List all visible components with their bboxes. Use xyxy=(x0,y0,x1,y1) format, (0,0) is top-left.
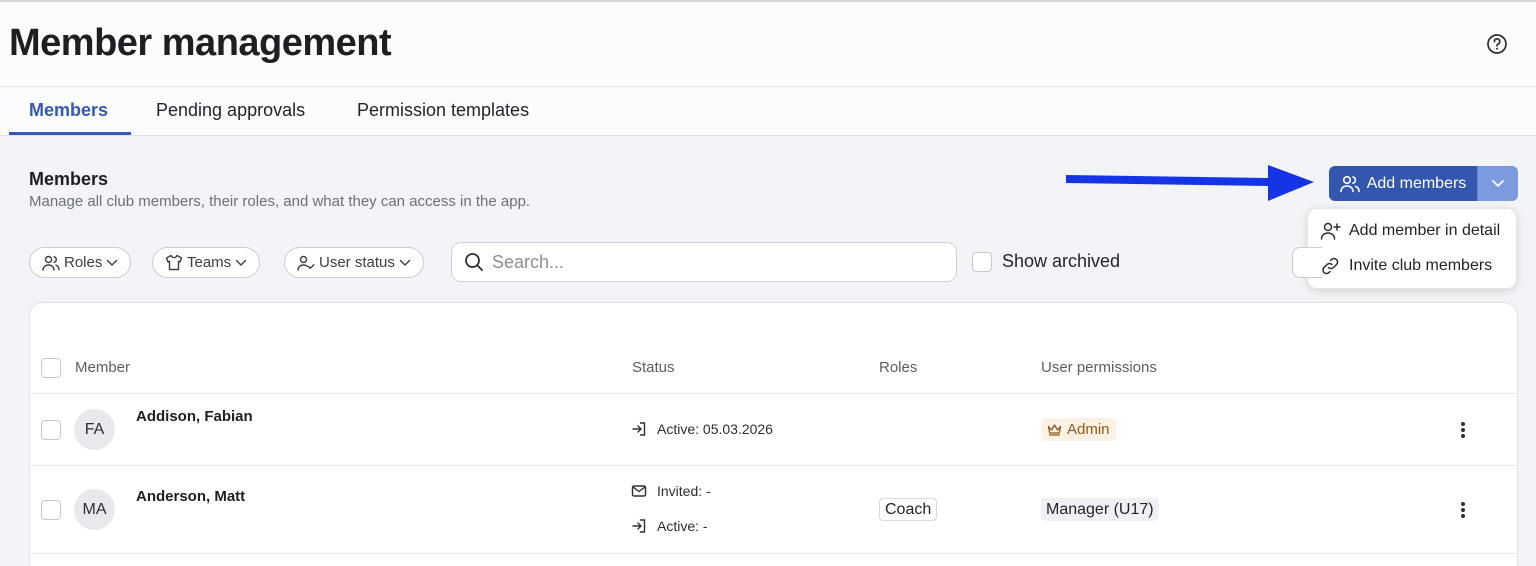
menu-item-invite-club-members[interactable]: Invite club members xyxy=(1320,252,1492,280)
column-header-roles: Roles xyxy=(879,359,918,376)
status-invited-text: Invited: - xyxy=(657,483,711,499)
tab-members[interactable]: Members xyxy=(29,87,108,135)
column-header-user-permissions: User permissions xyxy=(1041,359,1157,376)
row-divider xyxy=(30,393,1517,394)
status-invited: Invited: - xyxy=(631,483,711,499)
row-actions-menu-icon[interactable] xyxy=(1455,500,1471,520)
login-icon xyxy=(632,422,646,436)
mail-icon xyxy=(631,485,647,497)
active-tab-indicator xyxy=(9,132,131,135)
login-icon xyxy=(632,519,646,533)
status-active: Active: - xyxy=(631,518,708,534)
status-active-text: Active: - xyxy=(657,518,708,534)
status-active-text: Active: 05.03.2026 xyxy=(657,421,773,437)
search-box xyxy=(451,242,957,282)
tab-pending-approvals[interactable]: Pending approvals xyxy=(156,87,305,135)
avatar: MA xyxy=(74,489,115,530)
column-header-member: Member xyxy=(75,359,131,376)
chevron-down-icon xyxy=(1492,180,1504,187)
permission-label: Admin xyxy=(1067,421,1110,438)
add-members-dropdown-toggle[interactable] xyxy=(1477,166,1518,201)
chevron-down-icon xyxy=(107,259,118,266)
tab-bar: Members Pending approvals Permission tem… xyxy=(0,87,1536,136)
add-members-button[interactable]: Add members xyxy=(1329,166,1477,201)
row-divider xyxy=(30,553,1517,554)
member-name[interactable]: Addison, Fabian xyxy=(136,408,253,425)
status-active: Active: 05.03.2026 xyxy=(631,421,773,437)
user-status-filter-label: User status xyxy=(319,254,395,271)
crown-icon xyxy=(1047,424,1062,436)
member-name[interactable]: Anderson, Matt xyxy=(136,488,245,505)
row-checkbox[interactable] xyxy=(41,500,61,520)
section-subtitle: Manage all club members, their roles, an… xyxy=(29,193,531,210)
link-icon xyxy=(1322,257,1339,275)
partially-hidden-button[interactable] xyxy=(1292,247,1322,278)
menu-item-label: Invite club members xyxy=(1349,257,1493,274)
menu-item-label: Add member in detail xyxy=(1349,222,1501,239)
add-members-label: Add members xyxy=(1366,174,1467,192)
column-header-status: Status xyxy=(632,359,675,376)
chevron-down-icon xyxy=(399,259,411,266)
annotation-arrow xyxy=(1066,165,1314,201)
user-plus-icon xyxy=(1320,222,1341,240)
roles-filter-label: Roles xyxy=(64,254,103,271)
menu-item-add-member-in-detail[interactable]: Add member in detail xyxy=(1320,217,1500,245)
show-archived-label: Show archived xyxy=(1002,251,1121,271)
section-title: Members xyxy=(29,169,109,189)
row-divider xyxy=(30,465,1517,466)
search-input[interactable] xyxy=(492,251,932,273)
add-members-menu: Add member in detail Invite club members xyxy=(1307,208,1517,289)
add-members-split-button: Add members xyxy=(1329,166,1518,201)
roles-filter[interactable]: Roles xyxy=(29,247,132,278)
permission-badge-manager: Manager (U17) xyxy=(1041,498,1159,521)
avatar: FA xyxy=(74,409,115,450)
row-checkbox[interactable] xyxy=(41,420,61,440)
teams-filter-label: Teams xyxy=(187,254,232,271)
chevron-down-icon xyxy=(235,259,247,266)
search-icon xyxy=(465,253,483,271)
permission-badge-admin: Admin xyxy=(1041,418,1116,441)
show-archived-toggle: Show archived xyxy=(972,251,1120,272)
tab-permission-templates[interactable]: Permission templates xyxy=(357,87,529,135)
show-archived-checkbox[interactable] xyxy=(972,251,992,272)
user-check-icon xyxy=(297,255,315,271)
members-table-card xyxy=(29,302,1518,566)
role-badge-coach: Coach xyxy=(879,498,938,521)
users-icon xyxy=(42,255,60,271)
select-all-checkbox[interactable] xyxy=(41,358,61,378)
users-icon xyxy=(1339,175,1360,192)
page-header: Member management xyxy=(0,2,1536,87)
help-icon[interactable] xyxy=(1486,33,1508,55)
jersey-icon xyxy=(165,254,183,271)
page-title: Member management xyxy=(9,22,392,64)
row-actions-menu-icon[interactable] xyxy=(1455,420,1471,440)
teams-filter[interactable]: Teams xyxy=(152,247,261,278)
user-status-filter[interactable]: User status xyxy=(284,247,424,278)
